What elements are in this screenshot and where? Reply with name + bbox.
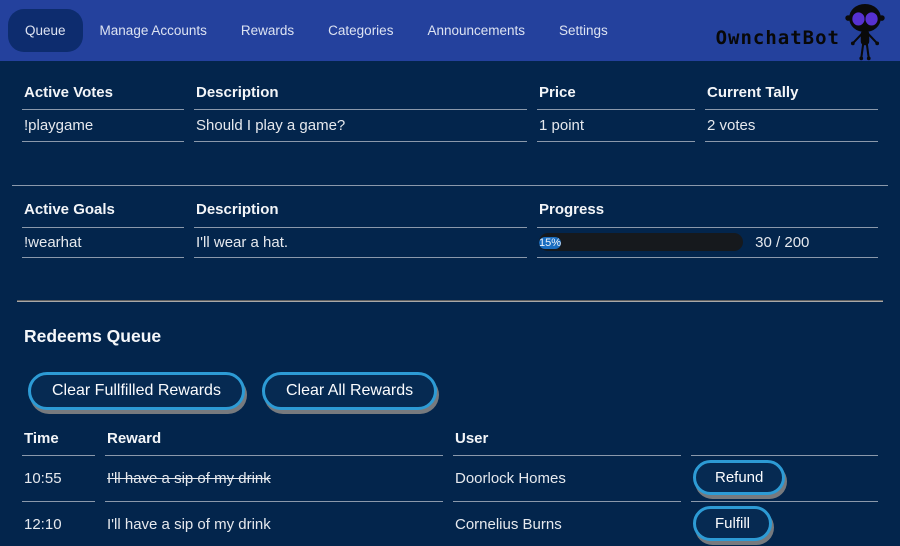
nav-tabs: Queue Manage Accounts Rewards Categories… [0,0,625,61]
redeem-action-cell: Refund [691,456,878,502]
goals-header-description: Description [194,186,527,228]
active-goals-table: Active Goals Description Progress !wearh… [12,185,888,258]
progress-bar: 15% [539,233,743,251]
redeems-actions: Clear Fullfilled Rewards Clear All Rewar… [28,372,888,410]
refund-button[interactable]: Refund [693,460,785,495]
brand-name: OwnchatBot [716,27,840,49]
goal-command: !wearhat [22,228,184,258]
redeems-header-action [691,424,878,456]
brand-logo: OwnchatBot [716,0,894,61]
votes-header-price: Price [537,77,695,110]
tab-queue[interactable]: Queue [8,9,83,52]
goals-header-progress: Progress [537,186,878,228]
table-row: 12:10 I'll have a sip of my drink Cornel… [22,502,878,546]
goal-description: I'll wear a hat. [194,228,527,258]
progress-value: 30 / 200 [755,234,809,251]
redeems-queue-table: Time Reward User 10:55 I'll have a sip o… [12,424,888,546]
redeem-reward: I'll have a sip of my drink [105,502,443,546]
table-row: !playgame Should I play a game? 1 point … [22,110,878,142]
tab-manage-accounts[interactable]: Manage Accounts [83,23,224,38]
table-row: !wearhat I'll wear a hat. 15% 30 / 200 [22,228,878,258]
vote-description: Should I play a game? [194,110,527,142]
vote-tally: 2 votes [705,110,878,142]
top-navbar: Queue Manage Accounts Rewards Categories… [0,0,900,61]
progress-fill: 15% [539,237,561,249]
vote-price: 1 point [537,110,695,142]
tab-rewards[interactable]: Rewards [224,23,311,38]
redeem-user: Cornelius Burns [453,502,681,546]
fulfill-button[interactable]: Fulfill [693,506,772,541]
votes-header-command: Active Votes [22,77,184,110]
clear-all-rewards-button[interactable]: Clear All Rewards [262,372,437,410]
redeem-time: 10:55 [22,456,95,502]
votes-header-description: Description [194,77,527,110]
table-row: 10:55 I'll have a sip of my drink Doorlo… [22,456,878,502]
votes-header-row: Active Votes Description Price Current T… [22,77,878,110]
tab-settings[interactable]: Settings [542,23,625,38]
goals-header-row: Active Goals Description Progress [22,186,878,228]
redeem-reward: I'll have a sip of my drink [105,456,443,502]
tab-announcements[interactable]: Announcements [410,23,542,38]
redeem-time: 12:10 [22,502,95,546]
redeem-action-cell: Fulfill [691,502,878,546]
section-divider [17,300,883,302]
clear-fulfilled-rewards-button[interactable]: Clear Fullfilled Rewards [28,372,245,410]
tab-categories[interactable]: Categories [311,23,410,38]
page-title: Redeems Queue [24,326,888,347]
redeems-header-time: Time [22,424,95,456]
redeems-header-user: User [453,424,681,456]
votes-header-tally: Current Tally [705,77,878,110]
goals-header-command: Active Goals [22,186,184,228]
redeems-header-reward: Reward [105,424,443,456]
goal-progress-cell: 15% 30 / 200 [537,228,878,258]
active-votes-table: Active Votes Description Price Current T… [12,77,888,142]
robot-mascot-icon [836,3,894,63]
redeems-header-row: Time Reward User [22,424,878,456]
vote-command: !playgame [22,110,184,142]
redeem-user: Doorlock Homes [453,456,681,502]
main-content: Active Votes Description Price Current T… [0,77,900,546]
